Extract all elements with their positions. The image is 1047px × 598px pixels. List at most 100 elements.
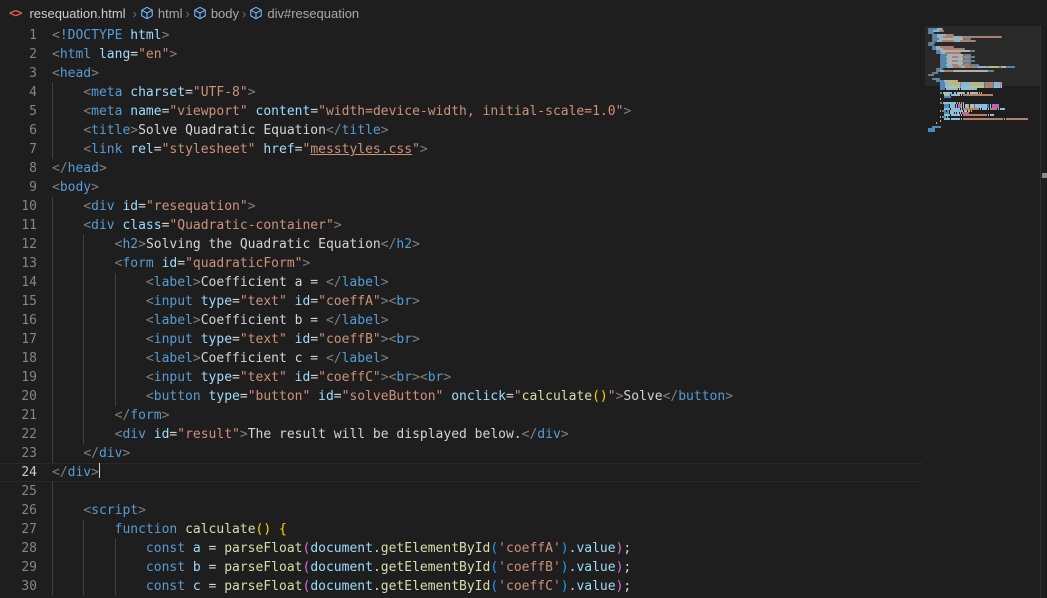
token-text: The result will be displayed below.	[247, 427, 522, 442]
token-op: =	[333, 389, 342, 404]
code-text: <input type="text" id="coeffA"><br>	[52, 292, 420, 311]
minimap-line	[988, 114, 989, 116]
code-editor[interactable]: 1 <!DOCTYPE html> 2 <html lang="en"> 3 <head>…	[0, 26, 1047, 598]
code-line[interactable]: 12 <h2>Solving the Quadratic Equation</h…	[0, 235, 923, 254]
code-line[interactable]: 22 <div id="result">The result will be d…	[0, 425, 923, 444]
token-text: Coefficient c =	[200, 351, 326, 366]
token-p: </	[325, 275, 342, 290]
token-fn: getElementById	[380, 560, 491, 575]
symbol-cube-icon	[250, 6, 263, 20]
token-p: <	[145, 313, 154, 328]
token-p: <	[145, 275, 154, 290]
token-tag: html	[59, 47, 92, 62]
code-line[interactable]: 16 <label>Coefficient b = </label>	[0, 311, 923, 330]
code-line[interactable]: 6 <title>Solve Quadratic Equation</title…	[0, 121, 923, 140]
code-line[interactable]: 3 <head>	[0, 64, 923, 83]
code-line[interactable]: 10 <div id="resequation">	[0, 197, 923, 216]
token-p: </	[521, 427, 538, 442]
token-attr: content	[247, 104, 311, 119]
token-p: </	[662, 389, 679, 404]
token-link: messtyles.css	[310, 142, 413, 157]
token-str: "coeffA"	[318, 294, 381, 309]
code-line[interactable]: 26 <script>	[0, 501, 923, 520]
token-attr: onclick	[443, 389, 506, 404]
token-var: document	[310, 579, 373, 594]
token-str: "coeffB"	[318, 332, 381, 347]
overview-ruler[interactable]	[1040, 26, 1047, 598]
code-line[interactable]: 2 <html lang="en">	[0, 45, 923, 64]
code-line[interactable]: 21 </form>	[0, 406, 923, 425]
code-line[interactable]: 25	[0, 482, 923, 501]
code-line[interactable]: 20 <button type="button" id="solveButton…	[0, 387, 923, 406]
code-line[interactable]: 14 <label>Coefficient a = </label>	[0, 273, 923, 292]
code-line[interactable]: 27 function calculate() {	[0, 520, 923, 539]
breadcrumb-item-symbol[interactable]: div#resequation	[249, 6, 359, 21]
code-line[interactable]: 23 </div>	[0, 444, 923, 463]
breadcrumb-item-file[interactable]: resequation.html	[29, 6, 125, 21]
token-op: ;	[623, 560, 632, 575]
token-b3: (	[490, 541, 499, 556]
breadcrumb-item-symbol[interactable]: html	[140, 6, 182, 21]
token-str: "resequation"	[145, 199, 248, 214]
token-p: >	[380, 351, 389, 366]
token-p: <	[83, 218, 92, 233]
code-line[interactable]: 18 <label>Coefficient c = </label>	[0, 349, 923, 368]
token-p: </	[325, 123, 342, 138]
code-line[interactable]: 24 </div>	[0, 463, 923, 482]
token-attr: type	[200, 389, 240, 404]
minimap-line	[998, 108, 999, 110]
line-number: 14	[21, 275, 37, 290]
line-number: 16	[21, 313, 37, 328]
code-line[interactable]: 11 <div class="Quadratic-container">	[0, 216, 923, 235]
token-p: >	[192, 275, 201, 290]
token-p: >	[138, 237, 146, 252]
token-op: =	[208, 560, 225, 575]
token-text: Solving the Quadratic Equation	[145, 237, 381, 252]
token-attr: lang	[91, 47, 131, 62]
token-fn: calculate	[521, 389, 593, 404]
token-op: =	[208, 541, 225, 556]
line-number: 2	[29, 47, 37, 62]
code-line[interactable]: 17 <input type="text" id="coeffB"><br>	[0, 330, 923, 349]
token-str: 'coeffC'	[498, 579, 561, 594]
token-kw: const	[145, 560, 186, 575]
code-line[interactable]: 1 <!DOCTYPE html>	[0, 26, 923, 45]
token-p: <	[52, 66, 60, 81]
token-str: "en"	[138, 47, 170, 62]
breadcrumb-item-symbol[interactable]: body	[193, 6, 239, 21]
line-number: 4	[29, 85, 37, 100]
code-line[interactable]: 28 const a = parseFloat (document.getElem…	[0, 539, 923, 558]
code-line[interactable]: 30 const c = parseFloat (document.getElem…	[0, 577, 923, 596]
code-text: <!DOCTYPE html>	[52, 26, 169, 45]
token-ws	[52, 541, 146, 556]
code-line[interactable]: 8 </head>	[0, 159, 923, 178]
token-ws	[52, 218, 83, 233]
code-line[interactable]: 9 <body>	[0, 178, 923, 197]
token-tag: head	[59, 66, 92, 81]
token-p: >	[412, 237, 420, 252]
line-number: 11	[21, 218, 37, 233]
code-line[interactable]: 4 <meta charset="UTF-8">	[0, 83, 923, 102]
line-number: 1	[29, 28, 37, 43]
breadcrumb-symbol-label: div#resequation	[267, 5, 360, 21]
minimap-line	[969, 110, 970, 112]
token-op: =	[138, 199, 146, 214]
code-line[interactable]: 29 const b = parseFloat (document.getElem…	[0, 558, 923, 577]
minimap[interactable]	[925, 26, 1040, 598]
code-text: <label>Coefficient c = </label>	[52, 349, 389, 368]
code-line[interactable]: 13 <form id="quadraticForm">	[0, 254, 923, 273]
token-var: b	[185, 560, 209, 575]
token-op: =	[232, 294, 240, 309]
minimap-slider[interactable]	[925, 26, 1040, 86]
token-var: document	[310, 541, 373, 556]
token-ws	[52, 446, 83, 461]
token-kw: const	[145, 579, 186, 594]
code-line[interactable]: 7 <link rel="stylesheet" href="messtyles…	[0, 140, 923, 159]
code-line[interactable]: 19 <input type="text" id="coeffC"><br><b…	[0, 368, 923, 387]
code-line[interactable]: 15 <input type="text" id="coeffA"><br>	[0, 292, 923, 311]
token-tag: input	[153, 332, 193, 347]
token-tag: br	[427, 370, 444, 385]
breadcrumb-separator-icon: ›	[242, 5, 247, 21]
token-p: <	[83, 199, 92, 214]
code-line[interactable]: 5 <meta name="viewport" content="width=d…	[0, 102, 923, 121]
